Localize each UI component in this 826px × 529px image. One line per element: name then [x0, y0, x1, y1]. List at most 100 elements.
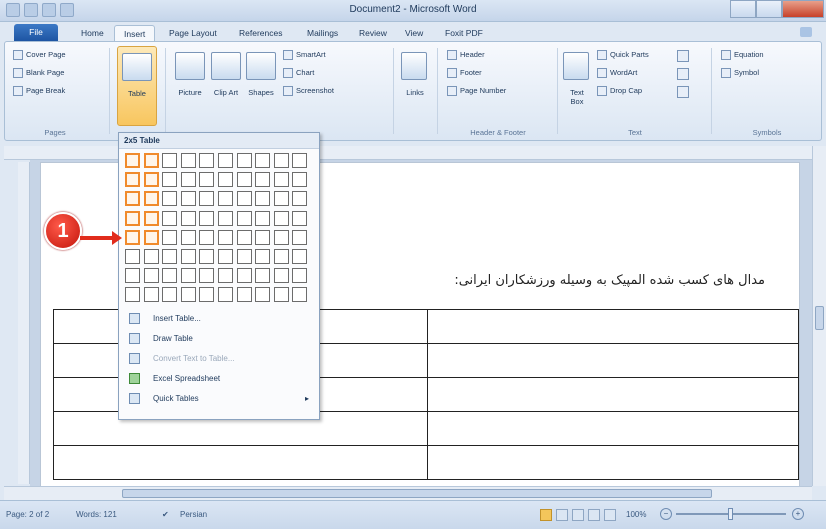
grid-cell[interactable]: [236, 153, 252, 168]
grid-cell[interactable]: [125, 210, 140, 226]
grid-cell[interactable]: [292, 287, 308, 303]
quick-tables-menu-item[interactable]: Quick Tables ▸: [119, 391, 319, 407]
outline-icon[interactable]: [588, 509, 600, 521]
blank-page-button[interactable]: Blank Page: [13, 68, 64, 79]
grid-cell[interactable]: [218, 153, 233, 168]
table-cell[interactable]: [53, 445, 428, 480]
date-time-icon[interactable]: [677, 68, 689, 80]
table-button[interactable]: Table: [117, 46, 157, 126]
tab-foxit-pdf[interactable]: Foxit PDF: [436, 25, 492, 41]
grid-cell[interactable]: [273, 287, 289, 303]
grid-cell[interactable]: [199, 287, 215, 303]
table-cell[interactable]: [427, 411, 799, 446]
grid-cell[interactable]: [199, 153, 215, 168]
horizontal-scroll-thumb[interactable]: [122, 489, 712, 498]
cover-page-button[interactable]: Cover Page: [13, 50, 66, 61]
print-layout-icon[interactable]: [540, 509, 552, 521]
smartart-button[interactable]: SmartArt: [283, 50, 326, 61]
grid-cell[interactable]: [162, 210, 178, 226]
footer-button[interactable]: Footer: [447, 68, 482, 79]
wordart-button[interactable]: WordArt: [597, 68, 637, 79]
grid-cell[interactable]: [273, 268, 289, 284]
grid-cell[interactable]: [180, 153, 196, 168]
grid-cell[interactable]: [218, 229, 233, 245]
table-cell[interactable]: [427, 343, 799, 378]
grid-cell[interactable]: [162, 191, 178, 207]
grid-cell[interactable]: [162, 249, 178, 264]
symbol-button[interactable]: Symbol: [721, 68, 759, 79]
maximize-button[interactable]: [756, 0, 782, 18]
grid-cell[interactable]: [292, 249, 308, 264]
grid-cell[interactable]: [199, 191, 215, 207]
grid-cell[interactable]: [162, 153, 178, 168]
zoom-out-icon[interactable]: −: [660, 508, 672, 520]
grid-cell[interactable]: [218, 172, 233, 188]
tab-page-layout[interactable]: Page Layout: [160, 25, 226, 41]
grid-cell[interactable]: [143, 210, 159, 226]
grid-cell[interactable]: [218, 268, 233, 284]
grid-cell[interactable]: [218, 210, 233, 226]
grid-cell[interactable]: [236, 287, 252, 303]
word-count[interactable]: Words: 121: [76, 510, 117, 519]
grid-cell[interactable]: [180, 249, 196, 264]
zoom-level[interactable]: 100%: [626, 510, 646, 519]
minimize-button[interactable]: [730, 0, 756, 18]
grid-cell[interactable]: [292, 191, 308, 207]
grid-cell[interactable]: [218, 287, 233, 303]
tab-mailings[interactable]: Mailings: [298, 25, 347, 41]
grid-cell[interactable]: [162, 229, 178, 245]
grid-cell[interactable]: [162, 268, 178, 284]
tab-home[interactable]: Home: [72, 25, 113, 41]
tab-file[interactable]: File: [14, 24, 58, 41]
grid-cell[interactable]: [255, 268, 271, 284]
vertical-scrollbar[interactable]: [812, 146, 826, 486]
page-number-button[interactable]: Page Number: [447, 86, 506, 97]
grid-cell[interactable]: [199, 172, 215, 188]
grid-cell[interactable]: [125, 249, 140, 264]
header-button[interactable]: Header: [447, 50, 485, 61]
grid-cell[interactable]: [255, 287, 271, 303]
zoom-in-icon[interactable]: +: [792, 508, 804, 520]
grid-cell[interactable]: [255, 229, 271, 245]
grid-cell[interactable]: [255, 210, 271, 226]
grid-cell[interactable]: [125, 172, 140, 188]
grid-cell[interactable]: [236, 191, 252, 207]
grid-cell[interactable]: [292, 210, 308, 226]
help-icon[interactable]: [800, 27, 812, 37]
web-layout-icon[interactable]: [572, 509, 584, 521]
grid-cell[interactable]: [143, 229, 159, 245]
grid-cell[interactable]: [255, 172, 271, 188]
close-button[interactable]: [782, 0, 824, 18]
spelling-check-icon[interactable]: ✔: [162, 510, 169, 519]
grid-cell[interactable]: [180, 172, 196, 188]
page-count[interactable]: Page: 2 of 2: [6, 510, 49, 519]
grid-cell[interactable]: [143, 153, 159, 168]
scroll-thumb[interactable]: [815, 306, 824, 330]
grid-cell[interactable]: [125, 287, 140, 303]
tab-insert[interactable]: Insert: [114, 25, 156, 41]
grid-cell[interactable]: [255, 191, 271, 207]
grid-cell[interactable]: [273, 153, 289, 168]
grid-cell[interactable]: [199, 249, 215, 264]
grid-cell[interactable]: [143, 287, 159, 303]
table-cell[interactable]: [427, 309, 799, 344]
grid-cell[interactable]: [180, 268, 196, 284]
grid-cell[interactable]: [199, 268, 215, 284]
horizontal-scrollbar[interactable]: [4, 486, 812, 500]
grid-cell[interactable]: [125, 191, 140, 207]
grid-cell[interactable]: [273, 191, 289, 207]
grid-cell[interactable]: [292, 172, 308, 188]
excel-spreadsheet-menu-item[interactable]: Excel Spreadsheet: [119, 371, 319, 387]
grid-cell[interactable]: [236, 268, 252, 284]
insert-table-menu-item[interactable]: Insert Table...: [119, 311, 319, 327]
grid-cell[interactable]: [255, 153, 271, 168]
chart-button[interactable]: Chart: [283, 68, 314, 79]
grid-cell[interactable]: [199, 229, 215, 245]
grid-cell[interactable]: [125, 229, 140, 245]
signature-line-icon[interactable]: [677, 50, 689, 62]
equation-button[interactable]: Equation: [721, 50, 764, 61]
grid-cell[interactable]: [218, 249, 233, 264]
table-row[interactable]: [53, 445, 799, 480]
clip-art-button[interactable]: Clip Art: [211, 52, 241, 122]
zoom-slider-thumb[interactable]: [728, 508, 733, 520]
